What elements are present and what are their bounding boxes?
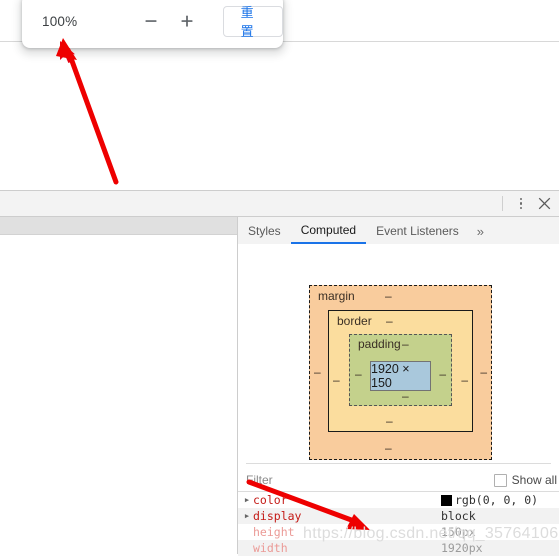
kebab-menu-icon[interactable] <box>513 195 529 213</box>
elements-tree-pane[interactable] <box>0 217 238 554</box>
padding-right-value[interactable]: – <box>439 367 446 381</box>
property-value: rgb(0, 0, 0) <box>455 493 539 507</box>
devtools-panel: Styles Computed Event Listeners » margin… <box>0 190 559 556</box>
margin-right-value[interactable]: – <box>480 365 487 379</box>
tab-event-listeners[interactable]: Event Listeners <box>366 218 469 244</box>
box-model-border[interactable]: border – – – – padding – – – – 1920 × 15… <box>328 310 473 432</box>
padding-bottom-value[interactable]: – <box>402 389 409 403</box>
elements-pane-toolbar <box>0 217 237 235</box>
tab-overflow-icon[interactable]: » <box>469 218 492 244</box>
box-model-content-size[interactable]: 1920 × 150 <box>370 361 431 391</box>
annotation-arrow-up-left <box>56 38 119 185</box>
property-value-wrap: rgb(0, 0, 0) <box>441 493 538 507</box>
zoom-in-button[interactable] <box>174 7 200 35</box>
zoom-reset-button[interactable]: 重置 <box>222 5 283 40</box>
toolbar-separator <box>502 196 503 211</box>
margin-bottom-value[interactable]: – <box>385 441 392 455</box>
show-all-toggle[interactable]: Show all <box>493 473 559 487</box>
close-x-icon <box>538 197 550 210</box>
zoom-level-label: 100% <box>42 13 78 29</box>
property-value: block <box>441 509 476 523</box>
padding-label: padding <box>358 337 401 351</box>
box-model-diagram: margin – – – – border – – – – padding – … <box>238 244 559 468</box>
box-model-padding[interactable]: padding – – – – 1920 × 150 <box>349 334 452 406</box>
watermark: https://blog.csdn.net/qq_35764106 <box>303 525 559 542</box>
show-all-checkbox[interactable] <box>493 473 507 487</box>
plus-icon <box>181 15 193 27</box>
padding-left-value[interactable]: – <box>355 367 362 381</box>
margin-top-value[interactable]: – <box>385 289 392 303</box>
show-all-label: Show all <box>511 473 557 487</box>
tab-styles[interactable]: Styles <box>238 218 291 244</box>
tab-computed[interactable]: Computed <box>290 218 367 244</box>
minus-icon <box>145 20 157 22</box>
margin-label: margin <box>318 289 355 303</box>
margin-left-value[interactable]: – <box>314 365 321 379</box>
padding-top-value[interactable]: – <box>402 337 409 351</box>
border-label: border <box>337 314 372 328</box>
close-icon[interactable] <box>529 194 559 214</box>
border-bottom-value[interactable]: – <box>386 414 393 428</box>
border-top-value[interactable]: – <box>386 314 393 328</box>
border-right-value[interactable]: – <box>461 373 468 387</box>
zoom-out-button[interactable] <box>138 7 164 35</box>
box-model-divider <box>246 463 551 464</box>
color-swatch[interactable] <box>441 494 452 506</box>
devtools-toolbar <box>0 191 559 217</box>
styles-tabbar: Styles Computed Event Listeners » <box>238 217 559 245</box>
box-model-margin[interactable]: margin – – – – border – – – – padding – … <box>309 285 492 460</box>
border-left-value[interactable]: – <box>333 373 340 387</box>
